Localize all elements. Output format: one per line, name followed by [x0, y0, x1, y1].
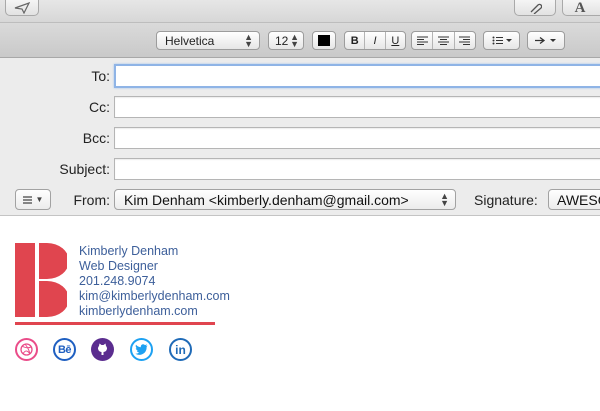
format-bar: Helvetica ▲ ▼ 12 ▲ ▼ B I U: [0, 23, 600, 58]
italic-button[interactable]: I: [364, 32, 384, 49]
github-icon[interactable]: [91, 338, 114, 361]
align-left-icon: [416, 36, 428, 45]
behance-icon[interactable]: Bē: [53, 338, 76, 361]
bullet-list-icon: [492, 36, 512, 45]
align-left-button[interactable]: [412, 32, 432, 49]
twitter-icon[interactable]: [130, 338, 153, 361]
text-color-swatch: [318, 35, 330, 46]
align-right-button[interactable]: [453, 32, 475, 49]
dribbble-glyph: [20, 343, 33, 356]
behance-label: Bē: [57, 343, 72, 356]
indent-arrow-icon: [535, 36, 556, 45]
align-right-icon: [459, 36, 471, 45]
updown-arrows-icon: ▲ ▼: [244, 31, 253, 49]
attach-button[interactable]: [514, 0, 556, 16]
bcc-label: Bcc:: [82, 130, 110, 146]
bold-button[interactable]: B: [345, 32, 364, 49]
signature-divider: [15, 322, 215, 325]
list-menu-button[interactable]: [483, 31, 520, 50]
font-family-select[interactable]: Helvetica ▲ ▼: [156, 31, 260, 50]
updown-arrows-icon: ▲ ▼: [440, 190, 449, 208]
bcc-field[interactable]: [114, 127, 600, 149]
to-label: To:: [91, 68, 110, 84]
text-style-group: B I U: [344, 31, 406, 50]
cc-label: Cc:: [89, 99, 110, 115]
text-color-button[interactable]: [312, 31, 336, 50]
alignment-group: [411, 31, 476, 50]
cc-field[interactable]: [114, 96, 600, 118]
from-label: From:: [73, 192, 110, 208]
align-center-button[interactable]: [432, 32, 453, 49]
brand-logo: K: [15, 243, 67, 317]
subject-label: Subject:: [59, 161, 110, 177]
signature-label: Signature:: [474, 192, 538, 208]
font-size-value: 12: [275, 33, 289, 48]
subject-field[interactable]: [114, 158, 600, 180]
from-value: Kim Denham <kimberly.denham@gmail.com>: [124, 191, 409, 208]
linkedin-label: in: [175, 342, 186, 357]
fonts-button[interactable]: A: [562, 0, 600, 16]
send-button[interactable]: [5, 0, 39, 16]
signature-email[interactable]: kim@kimberlydenham.com: [79, 289, 230, 303]
twitter-glyph: [135, 344, 148, 355]
paperclip-icon: [530, 3, 542, 14]
window-toolbar: A: [0, 0, 600, 23]
signature-role: Web Designer: [79, 259, 158, 273]
signature-website[interactable]: kimberlydenham.com: [79, 304, 198, 318]
paper-plane-icon: [14, 2, 30, 14]
to-field[interactable]: [114, 64, 600, 88]
github-glyph: [98, 343, 107, 355]
font-size-select[interactable]: 12 ▲ ▼: [268, 31, 304, 50]
align-center-icon: [437, 36, 449, 45]
font-family-value: Helvetica: [165, 33, 215, 48]
signature-phone: 201.248.9074: [79, 274, 156, 288]
from-select[interactable]: Kim Denham <kimberly.denham@gmail.com> ▲…: [114, 189, 456, 210]
dribbble-icon[interactable]: [15, 338, 38, 361]
underline-button[interactable]: U: [384, 32, 405, 49]
signature-select[interactable]: AWESOME: [548, 189, 600, 210]
updown-arrows-icon: ▲ ▼: [290, 31, 299, 49]
indent-menu-button[interactable]: [527, 31, 565, 50]
linkedin-icon[interactable]: in: [169, 338, 192, 361]
signature-value: AWESOME: [557, 191, 600, 208]
fonts-button-label: A: [574, 0, 586, 16]
signature-name: Kimberly Denham: [79, 244, 179, 258]
